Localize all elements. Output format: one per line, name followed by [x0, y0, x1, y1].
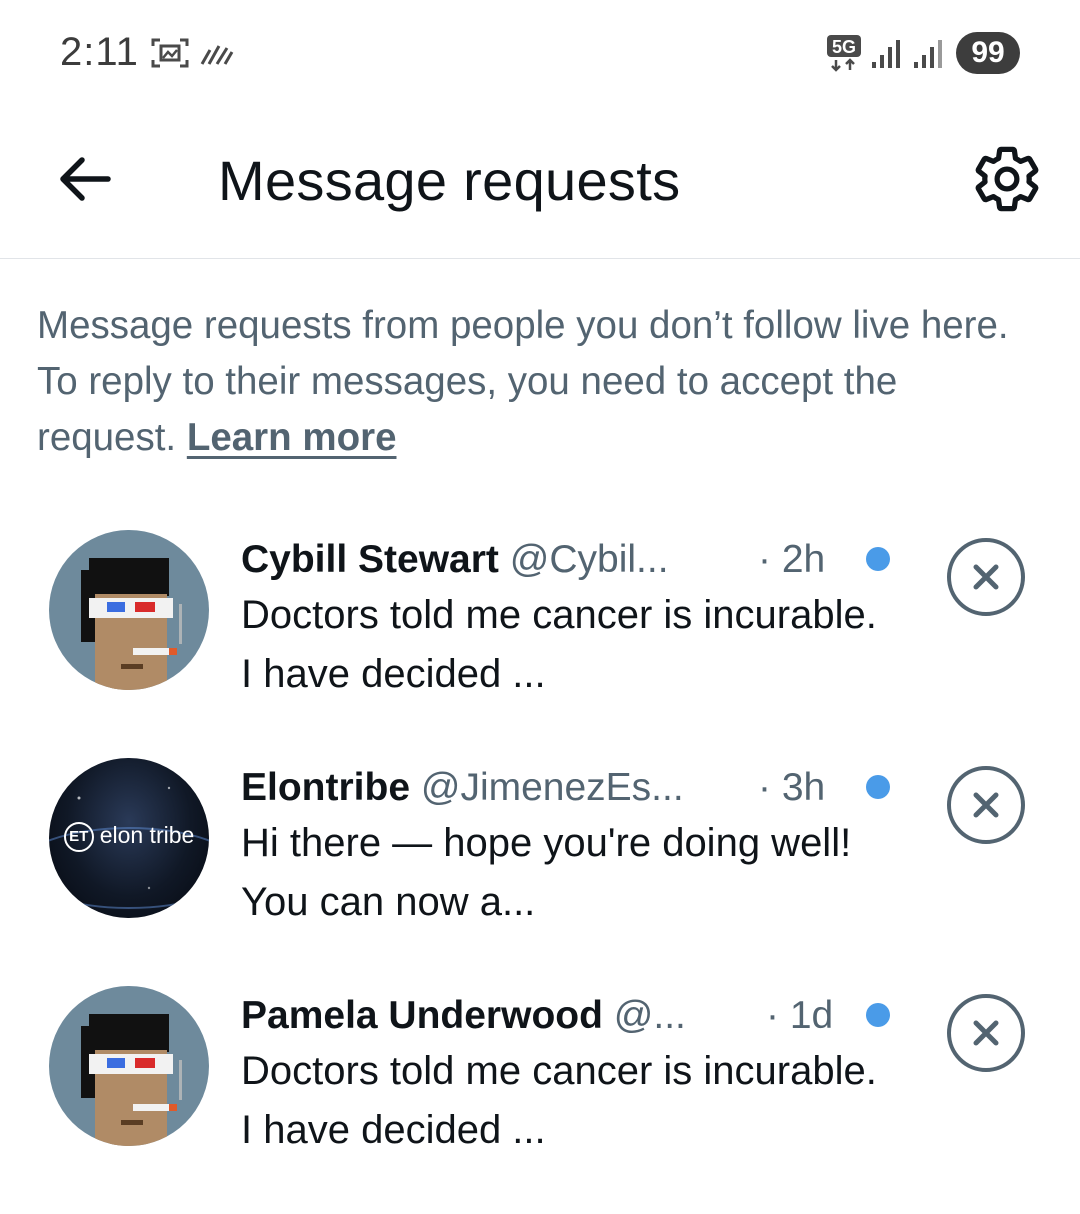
sender-handle: @... — [613, 994, 686, 1037]
status-time: 2:11 — [60, 30, 139, 74]
dismiss-button[interactable] — [947, 994, 1025, 1072]
sender-name: Pamela Underwood — [241, 994, 603, 1037]
avatar[interactable]: ET elon tribe — [49, 758, 209, 918]
gear-icon — [975, 146, 1039, 212]
sender-handle: @JimenezEs... — [420, 766, 684, 809]
elon-tribe-logo: ET elon tribe — [49, 822, 209, 852]
signal-icon — [912, 38, 946, 70]
5g-icon: 5G — [826, 34, 862, 72]
close-icon — [973, 1020, 999, 1046]
close-icon — [973, 564, 999, 590]
network-label: 5G — [832, 37, 856, 57]
sender-name: Elontribe — [241, 766, 411, 809]
pixel-punk-avatar — [81, 1014, 182, 1146]
avatar[interactable] — [49, 986, 209, 1146]
request-time: · 1d — [766, 994, 834, 1037]
message-preview: Doctors told me cancer is incurable. I h… — [241, 1049, 877, 1152]
dismiss-button[interactable] — [947, 538, 1025, 616]
dismiss-button[interactable] — [947, 766, 1025, 844]
sender-name: Cybill Stewart — [241, 538, 499, 581]
activity-icon — [200, 42, 234, 66]
logo-text: elon tribe — [99, 822, 195, 849]
message-preview: Doctors told me cancer is incurable. I h… — [241, 593, 877, 696]
battery-indicator: 99 — [956, 32, 1020, 74]
request-header: Pamela Underwood @... — [241, 992, 686, 1040]
message-request-item[interactable]: ET elon tribe Elontribe @JimenezEs... · 3… — [0, 758, 1080, 986]
learn-more-link[interactable]: Learn more — [187, 416, 397, 459]
avatar[interactable] — [49, 530, 209, 690]
request-header: Elontribe @JimenezEs... — [241, 764, 684, 812]
settings-button[interactable] — [970, 142, 1044, 216]
status-bar: 2:11 5G 99 — [0, 0, 1080, 108]
unread-dot — [866, 1003, 890, 1027]
back-button[interactable] — [52, 146, 118, 212]
request-time: · 3h — [758, 766, 826, 809]
signal-icon — [870, 38, 904, 70]
page-title: Message requests — [218, 149, 681, 212]
arrow-left-icon — [60, 157, 111, 201]
message-preview: Hi there — hope you're doing well! You c… — [241, 821, 852, 924]
info-body: Message requests from people you don’t f… — [37, 304, 1009, 459]
info-text: Message requests from people you don’t f… — [37, 298, 1047, 466]
close-icon — [973, 792, 999, 818]
sender-handle: @Cybil... — [509, 538, 669, 581]
message-request-item[interactable]: Cybill Stewart @Cybil... · 2h Doctors to… — [0, 530, 1080, 758]
logo-mark-icon: ET — [63, 822, 94, 852]
top-app-bar: Message requests — [0, 108, 1080, 259]
request-header: Cybill Stewart @Cybil... — [241, 536, 669, 584]
unread-dot — [866, 775, 890, 799]
screenshot-icon — [150, 36, 190, 70]
request-time: · 2h — [758, 538, 826, 581]
message-request-item[interactable]: Pamela Underwood @... · 1d Doctors told … — [0, 986, 1080, 1214]
unread-dot — [866, 547, 890, 571]
pixel-punk-avatar — [81, 558, 182, 690]
